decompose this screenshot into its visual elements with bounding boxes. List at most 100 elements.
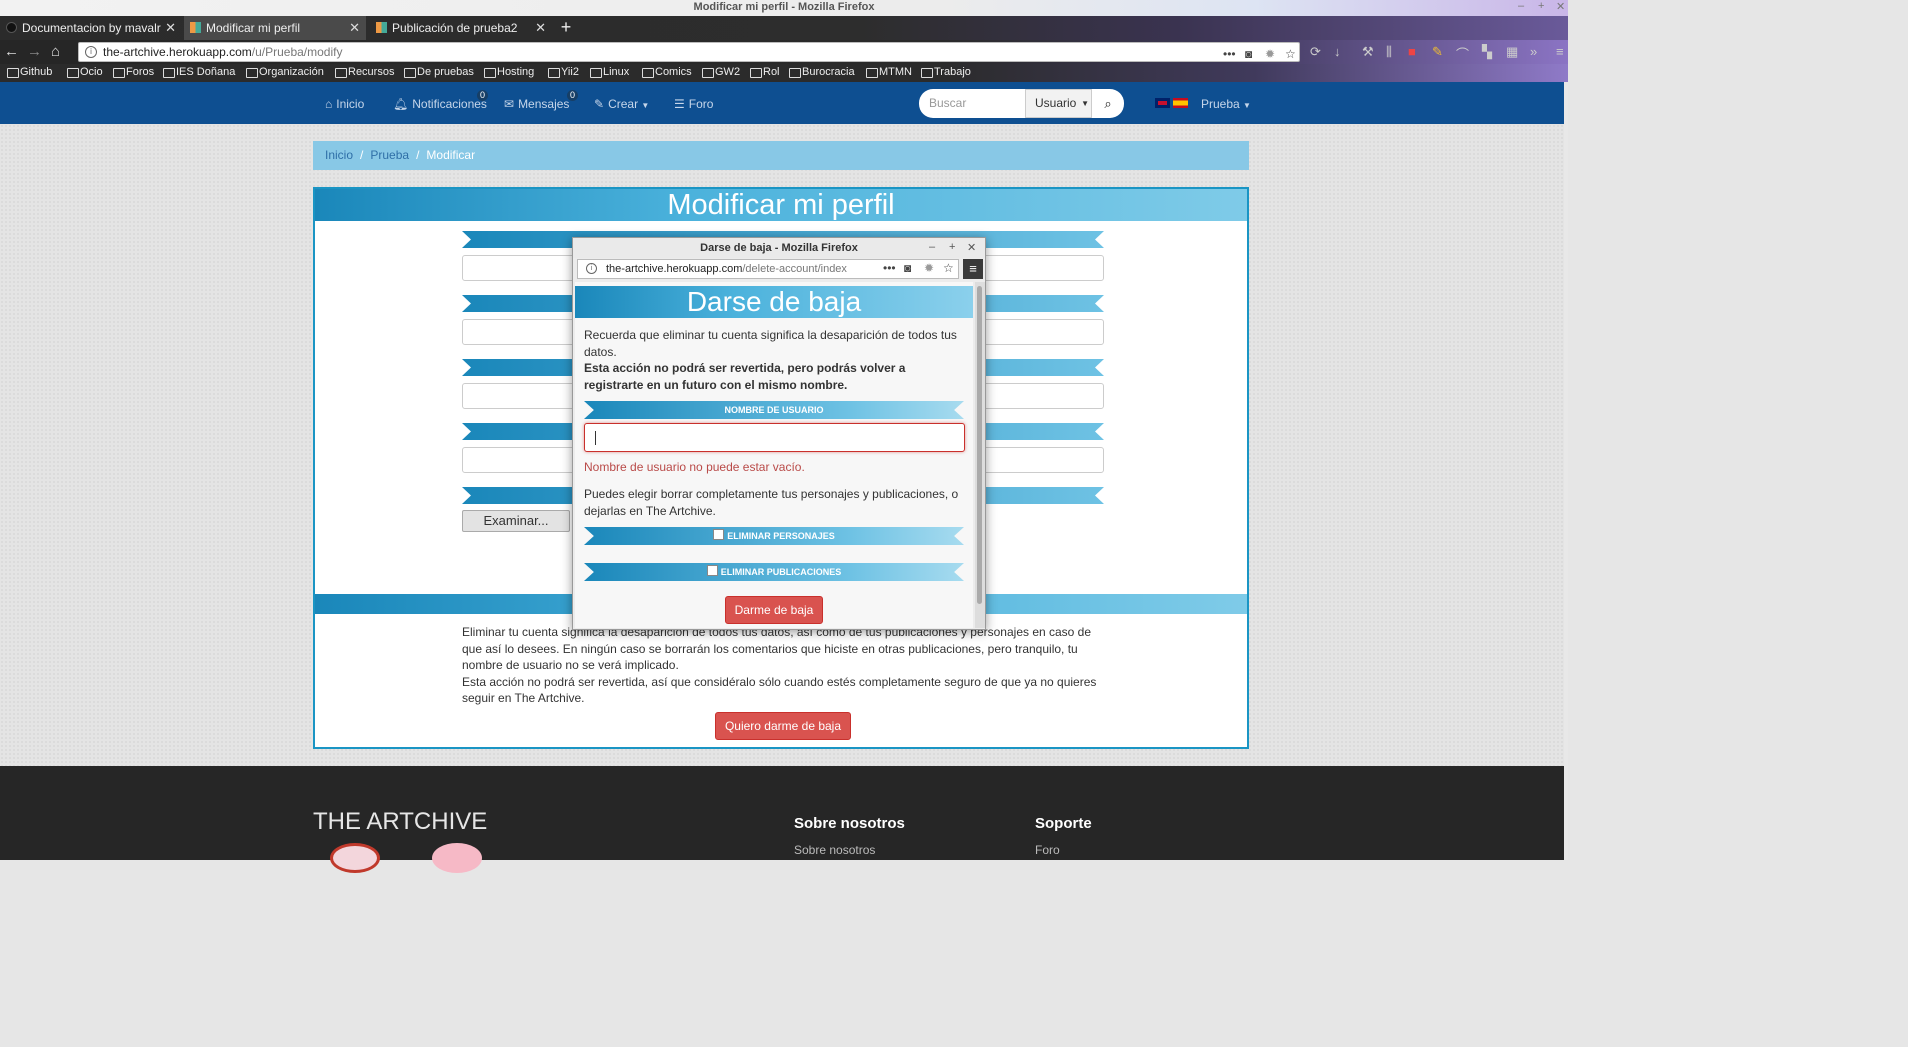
tab-modificar-perfil[interactable]: Modificar mi perfil ✕ [184, 16, 366, 40]
bookmark-burocracia[interactable]: Burocracia [788, 64, 855, 81]
more-actions-icon[interactable]: ••• [1223, 45, 1236, 63]
popup-maximize-icon[interactable]: + [949, 241, 955, 253]
delete-characters-checkbox[interactable] [713, 529, 725, 540]
popup-scroll-thumb[interactable] [977, 286, 982, 604]
user-menu[interactable]: Prueba ▼ [1201, 97, 1251, 113]
page-scrollbar[interactable] [1564, 82, 1568, 860]
mascot-logo-icon [330, 843, 380, 873]
nav-foro[interactable]: ☰ Foro [674, 97, 713, 111]
bookmark-linux[interactable]: Linux [589, 64, 629, 81]
addon-icon-2[interactable]: ▚ [1482, 44, 1492, 60]
minimize-icon[interactable]: – [1518, 0, 1524, 12]
sync-icon[interactable]: ⌒ [1456, 44, 1469, 63]
bookmark-mtmn[interactable]: MTMN [865, 64, 912, 81]
overflow-icon[interactable]: » [1530, 44, 1537, 59]
close-tab-icon[interactable]: ✕ [165, 16, 176, 40]
library-icon[interactable]: ⫼ [1386, 44, 1392, 60]
popup-url-bar[interactable]: i the-artchive.herokuapp.com/delete-acco… [577, 259, 959, 279]
popup-heading: Darse de baja [686, 286, 862, 317]
new-tab-button[interactable]: + [556, 16, 576, 40]
pencil-icon: ✎ [594, 97, 605, 111]
bookmark-rol[interactable]: Rol [749, 64, 780, 81]
extension-icon[interactable]: ✹ [1265, 45, 1275, 63]
tab-documentacion[interactable]: Documentacion by mavalr ✕ [0, 16, 182, 40]
breadcrumb-separator: / [416, 148, 420, 162]
addon-icon-3[interactable]: ▦ [1506, 44, 1518, 60]
nav-mensajes[interactable]: ✉ Mensajes 0 [504, 90, 579, 111]
search-input[interactable]: Buscar [919, 89, 1025, 118]
delete-characters-label: ELIMINAR PERSONAJES [727, 531, 835, 541]
delete-publications-checkbox[interactable] [706, 565, 718, 576]
bookmark-ies[interactable]: IES Doñana [162, 64, 235, 81]
popup-scrollbar[interactable] [975, 282, 985, 628]
nav-crear[interactable]: ✎ Crear ▼ [594, 97, 649, 113]
bookmark-recursos[interactable]: Recursos [334, 64, 394, 81]
pocket-icon[interactable]: ◙ [904, 261, 911, 275]
info-icon[interactable]: i [85, 46, 97, 58]
close-tab-icon[interactable]: ✕ [349, 16, 360, 40]
home-icon[interactable]: ⌂ [51, 43, 60, 61]
addon-icon[interactable]: ✎ [1432, 44, 1443, 60]
nav-inicio[interactable]: ⌂ Inicio [325, 97, 364, 111]
browse-file-button[interactable]: Examinar... [462, 510, 570, 532]
page-title: Modificar mi perfil [667, 189, 895, 221]
delete-account-button[interactable]: Quiero darme de baja [715, 712, 851, 740]
popup-intro: Recuerda que eliminar tu cuenta signific… [584, 328, 957, 359]
bell-icon: 🔔︎ [393, 97, 409, 111]
bookmark-star-icon[interactable]: ☆ [1285, 45, 1296, 63]
pocket-icon[interactable]: ◙ [1245, 45, 1252, 63]
username-input[interactable] [584, 423, 965, 452]
popup-content: Darse de baja Recuerda que eliminar tu c… [575, 282, 973, 628]
forward-icon[interactable]: → [27, 43, 42, 61]
breadcrumb-home[interactable]: Inicio [325, 148, 353, 162]
popup-minimize-icon[interactable]: – [929, 241, 935, 253]
bookmark-foros[interactable]: Foros [112, 64, 154, 81]
popup-url-host: the-artchive.herokuapp.com [606, 263, 743, 275]
download-icon[interactable]: ↓ [1334, 44, 1341, 59]
bookmark-hosting[interactable]: Hosting [483, 64, 534, 81]
footer-forum-link[interactable]: Foro [1035, 843, 1060, 857]
delete-account-popup-window: Darse de baja - Mozilla Firefox – + ✕ i … [572, 237, 986, 630]
bookmark-pruebas[interactable]: De pruebas [403, 64, 474, 81]
tab-publicacion[interactable]: Publicación de prueba2 ✕ [370, 16, 552, 40]
tool-icon[interactable]: ⚒ [1362, 44, 1374, 60]
bookmark-github[interactable]: Github [6, 64, 52, 81]
footer-about-link[interactable]: Sobre nosotros [794, 843, 875, 857]
ublock-icon[interactable]: ■ [1408, 44, 1416, 59]
breadcrumb-user[interactable]: Prueba [370, 148, 409, 162]
menu-icon[interactable]: ≡ [1556, 44, 1564, 59]
footer-support-heading: Soporte [1035, 815, 1092, 832]
nav-notificaciones-label: Notificaciones [412, 97, 487, 111]
popup-menu-icon[interactable]: ≡ [963, 259, 983, 279]
tab-label: Publicación de prueba2 [392, 21, 518, 35]
search-scope-select[interactable]: Usuario ▼ [1025, 89, 1092, 118]
delete-publications-option[interactable]: ELIMINAR PUBLICACIONES [584, 563, 964, 581]
popup-close-icon[interactable]: ✕ [967, 241, 976, 254]
close-tab-icon[interactable]: ✕ [535, 16, 546, 40]
bookmark-trabajo[interactable]: Trabajo [920, 64, 971, 81]
extension-icon[interactable]: ✹ [924, 261, 934, 275]
messages-badge: 0 [567, 90, 579, 101]
bookmark-gw2[interactable]: GW2 [701, 64, 740, 81]
close-icon[interactable]: ✕ [1556, 0, 1565, 13]
delete-characters-option[interactable]: ELIMINAR PERSONAJES [584, 527, 964, 545]
confirm-delete-button[interactable]: Darme de baja [725, 596, 823, 624]
username-label: NOMBRE DE USUARIO [584, 401, 964, 419]
maximize-icon[interactable]: + [1538, 0, 1544, 12]
back-icon[interactable]: ← [4, 43, 19, 61]
more-actions-icon[interactable]: ••• [883, 261, 896, 275]
nav-notificaciones[interactable]: 🔔︎ Notificaciones 0 [393, 90, 489, 111]
search-button[interactable]: ⌕ [1092, 89, 1124, 118]
bookmark-yii2[interactable]: Yii2 [547, 64, 579, 81]
flag-uk-icon[interactable] [1155, 98, 1170, 108]
popup-warning: Esta acción no podrá ser revertida, pero… [584, 361, 906, 392]
bookmark-ocio[interactable]: Ocio [66, 64, 103, 81]
flag-es-icon[interactable] [1173, 98, 1188, 108]
bookmark-star-icon[interactable]: ☆ [943, 261, 954, 275]
url-bar[interactable]: i the-artchive.herokuapp.com/u/Prueba/mo… [78, 42, 1300, 62]
bookmark-comics[interactable]: Comics [641, 64, 692, 81]
bookmark-organizacion[interactable]: Organización [245, 64, 324, 81]
mascot-logo-icon-2 [432, 843, 482, 873]
info-icon[interactable]: i [586, 263, 597, 274]
reload-icon[interactable]: ⟳ [1310, 44, 1321, 60]
